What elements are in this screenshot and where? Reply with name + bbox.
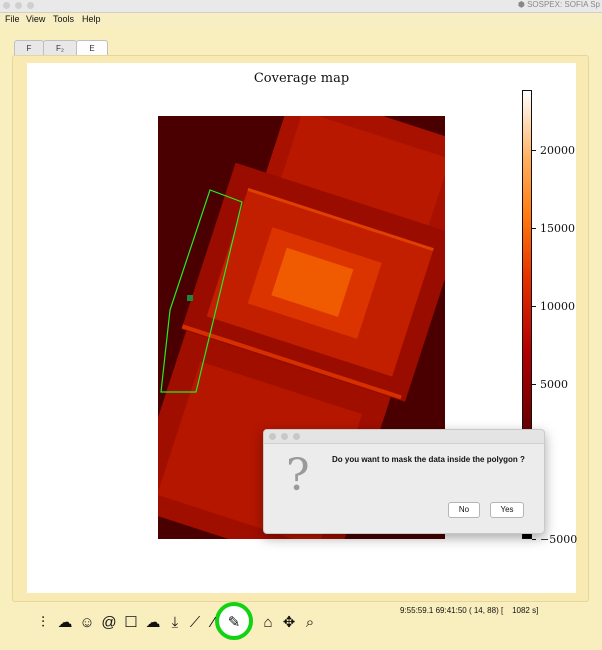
tab-flux2[interactable]: F₂ (43, 40, 77, 56)
dialog-minimize-button (281, 433, 288, 440)
colorbar-tick (532, 228, 536, 229)
smiley-icon[interactable]: ☺ (78, 612, 96, 634)
colorbar-tick (532, 384, 536, 385)
menu-file[interactable]: File (5, 14, 20, 24)
colorbar-tick (532, 539, 536, 540)
polygon-handle[interactable] (187, 295, 193, 301)
colorbar-label: 5000 (540, 378, 568, 391)
dialog-zoom-button (293, 433, 300, 440)
colorbar-tick (532, 150, 536, 151)
no-button[interactable]: No (448, 502, 480, 518)
window-titlebar: ⬢ SOSPEX: SOFIA Sp (0, 0, 602, 13)
cursor-status: 9:55:59.1 69:41:50 ( 14, 88) [ 1082 s] (400, 606, 539, 615)
yes-button[interactable]: Yes (490, 502, 524, 518)
cloud-icon[interactable]: ☁ (144, 612, 162, 634)
colorbar-label: 20000 (540, 144, 575, 157)
colorbar-label: −5000 (540, 533, 578, 546)
menu-tools[interactable]: Tools (53, 14, 74, 24)
minimize-window-button[interactable] (15, 2, 22, 9)
zoom-icon[interactable]: ⌕ (301, 612, 319, 634)
dialog-close-button[interactable] (269, 433, 276, 440)
colorbar-label: 15000 (540, 222, 575, 235)
eraser-icon[interactable]: ✎ (225, 612, 243, 634)
mask-confirm-dialog: ? Do you want to mask the data inside th… (263, 429, 545, 534)
dialog-message: Do you want to mask the data inside the … (332, 455, 525, 464)
menu-bar: File View Tools Help (0, 13, 602, 27)
colorbar-label: 10000 (540, 300, 575, 313)
cloud-wave-icon[interactable]: ☁ (56, 612, 74, 634)
menu-view[interactable]: View (26, 14, 45, 24)
move-icon[interactable]: ✥ (280, 612, 298, 634)
tab-flux[interactable]: F (14, 40, 44, 56)
sliders-icon[interactable]: ⫶ (34, 612, 52, 634)
close-window-button[interactable] (3, 2, 10, 9)
zoom-window-button[interactable] (27, 2, 34, 9)
question-icon: ? (286, 450, 310, 501)
download-icon[interactable]: ⤓ (166, 612, 184, 634)
plot-title: Coverage map (253, 71, 350, 86)
spiral-icon[interactable]: @ (100, 612, 118, 634)
colorbar-tick (532, 306, 536, 307)
window-title: ⬢ SOSPEX: SOFIA Sp (517, 0, 600, 9)
note-icon[interactable]: ☐ (122, 612, 140, 634)
home-icon[interactable]: ⌂ (259, 612, 277, 634)
menu-help[interactable]: Help (82, 14, 101, 24)
tab-exposure[interactable]: E (76, 40, 108, 56)
fit-line-icon[interactable]: ⟋ (186, 612, 204, 634)
dialog-titlebar (264, 430, 544, 444)
slope-icon[interactable]: ⁄ (204, 612, 222, 634)
